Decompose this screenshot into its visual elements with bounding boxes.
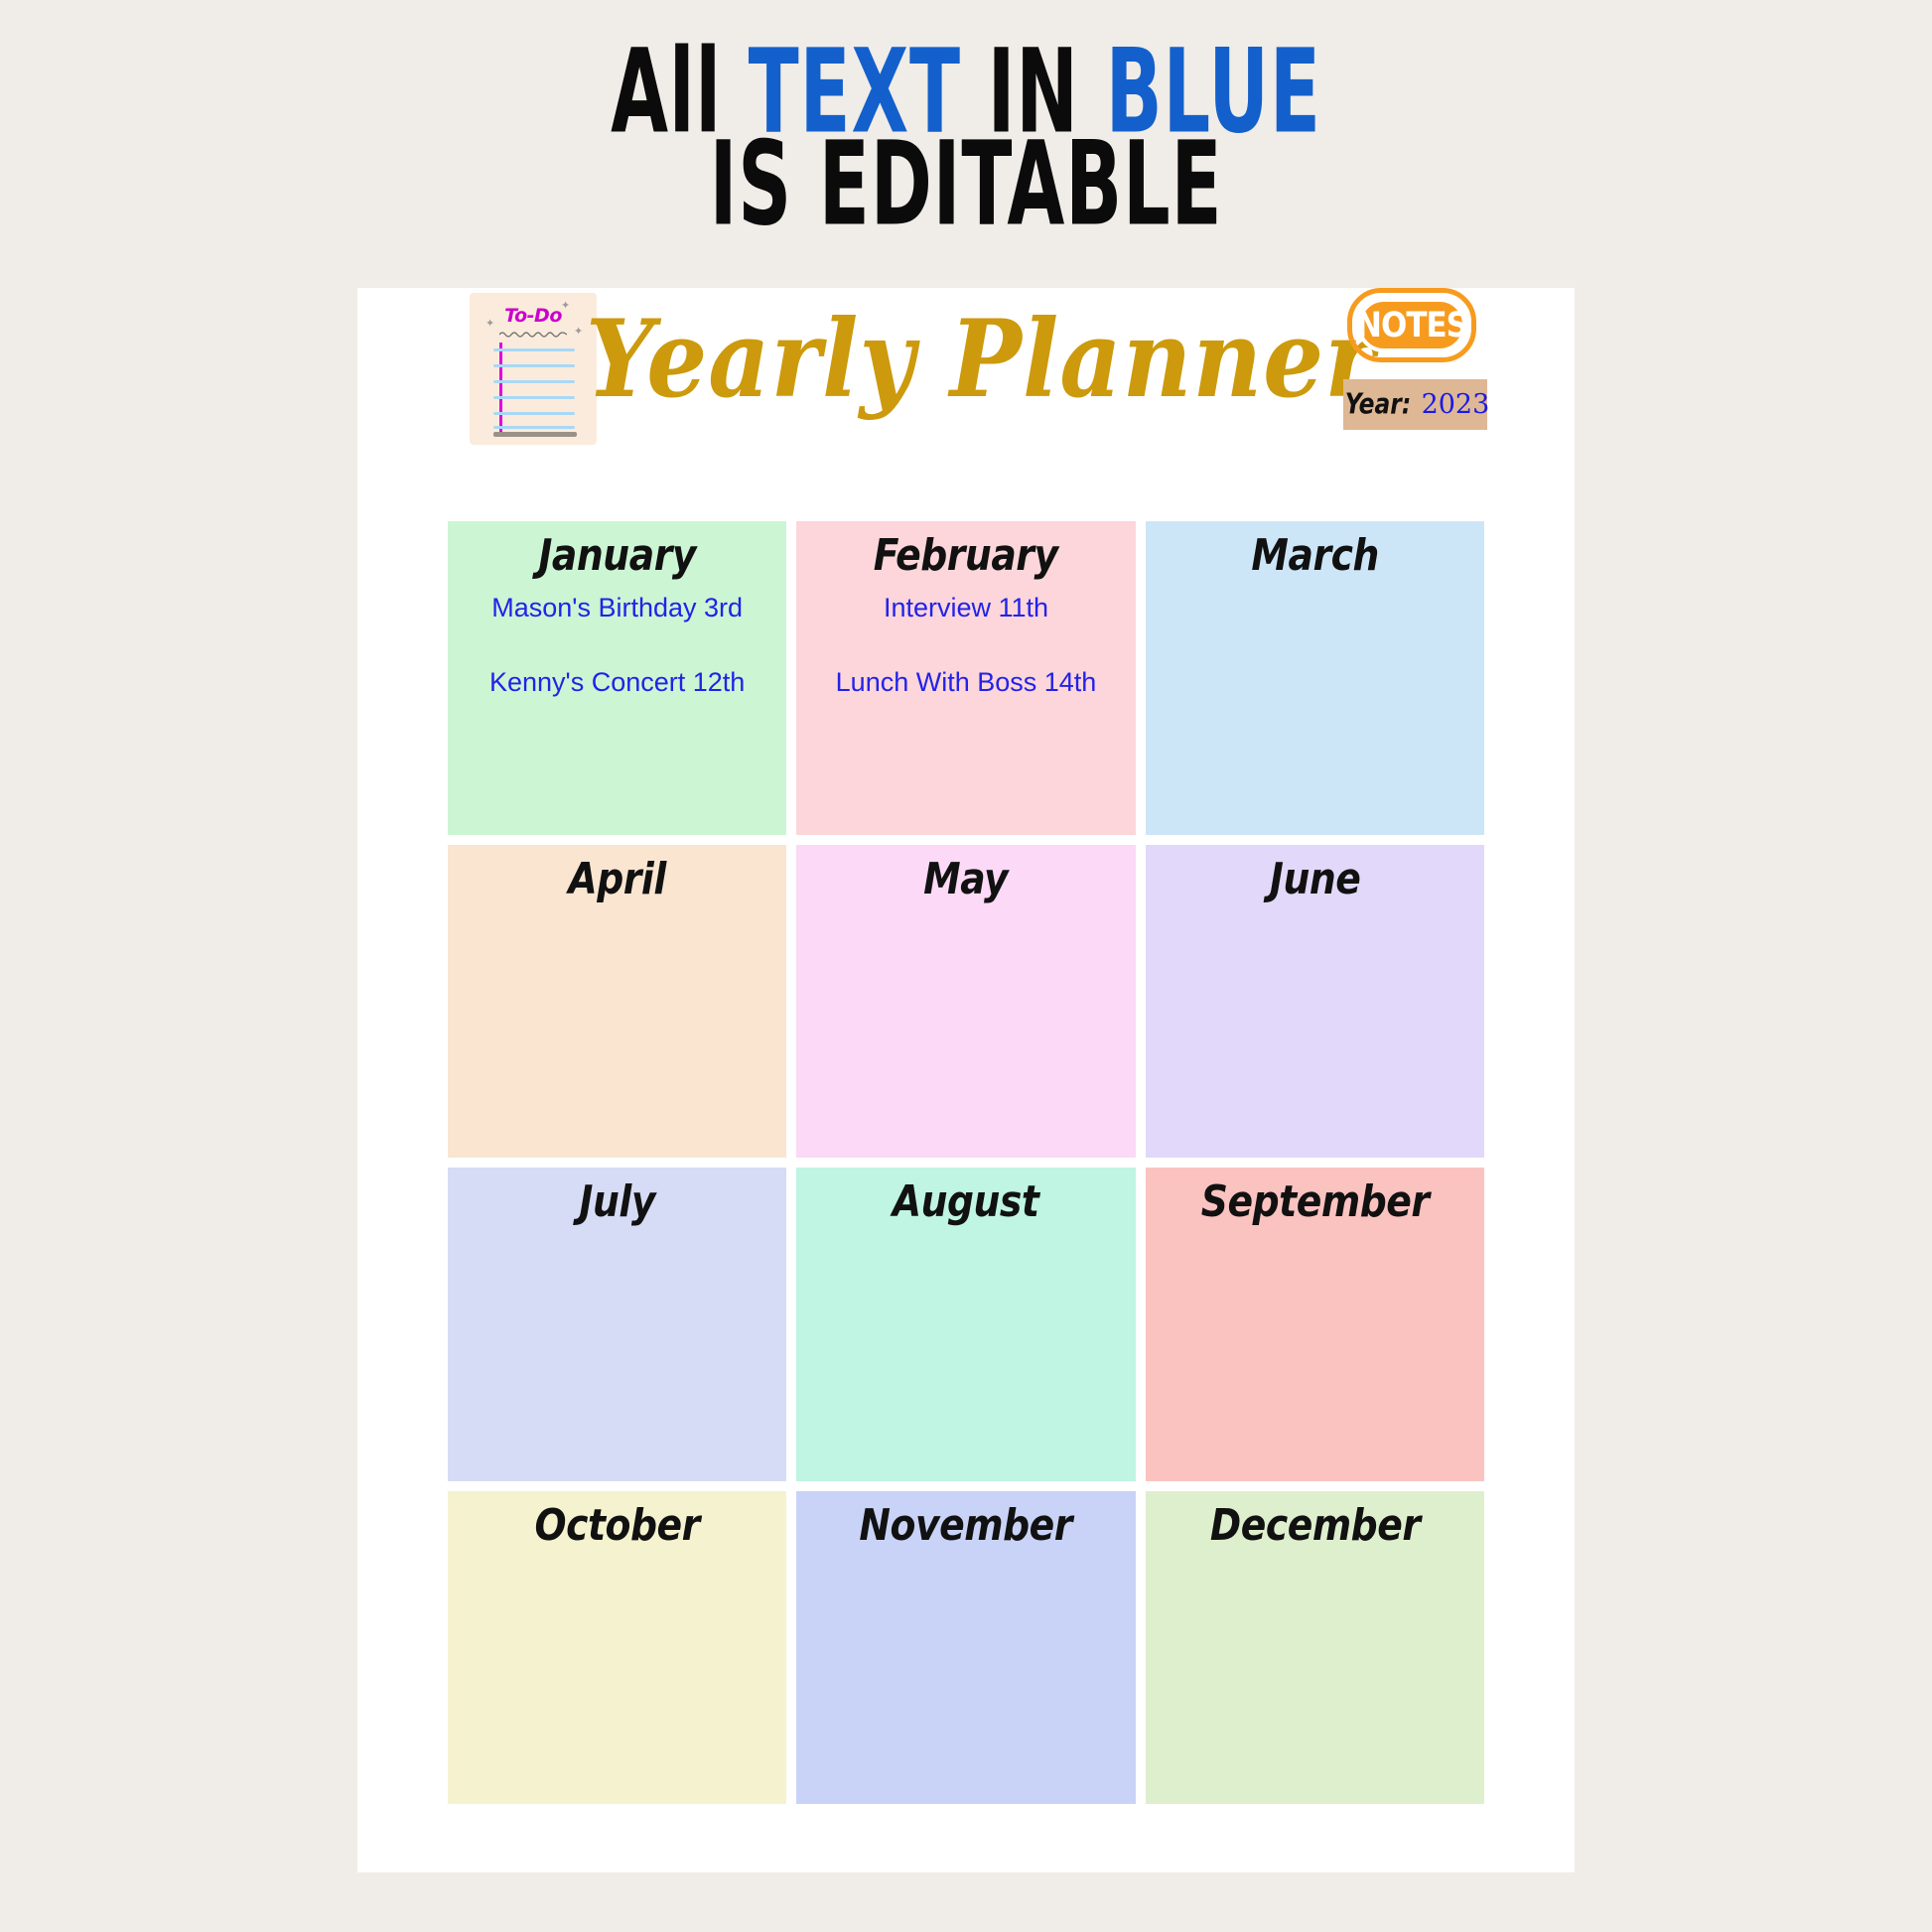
month-cell-december[interactable]: December	[1145, 1490, 1484, 1804]
month-name-label: April	[568, 853, 666, 903]
month-event-entry[interactable]: Interview 11th	[796, 593, 1135, 623]
notepad-rule-line	[493, 348, 575, 351]
month-cell-october[interactable]: October	[448, 1490, 787, 1804]
todo-notepad-icon: To-Do ✦ ✦ ✦	[470, 293, 597, 445]
notepad-rule-line	[493, 412, 575, 415]
month-cell-june[interactable]: June	[1145, 844, 1484, 1158]
sparkle-icon: ✦	[574, 326, 584, 338]
planner-header: To-Do ✦ ✦ ✦ Yearly Planner NOTES Year: 2…	[357, 288, 1575, 521]
month-cell-august[interactable]: August	[796, 1168, 1136, 1481]
month-event-entry[interactable]: Mason's Birthday 3rd	[448, 593, 786, 623]
month-cell-may[interactable]: May	[796, 844, 1136, 1158]
year-field[interactable]: Year: 2023	[1343, 379, 1490, 430]
month-cell-april[interactable]: April	[448, 844, 787, 1158]
month-name-label: September	[1200, 1175, 1430, 1227]
month-name-label: July	[579, 1175, 655, 1227]
notepad-rule-line	[493, 364, 575, 367]
headline-banner: All TEXT IN BLUE IS EDITABLE	[0, 34, 1932, 242]
month-events-list[interactable]: Interview 11th Lunch With Boss 14th	[796, 593, 1135, 698]
headline-line-2: IS EDITABLE	[709, 115, 1223, 252]
month-events-list[interactable]: Mason's Birthday 3rd Kenny's Concert 12th	[448, 593, 786, 698]
notepad-margin-line	[499, 343, 502, 434]
sparkle-icon: ✦	[485, 318, 495, 330]
month-name-label: March	[1251, 529, 1379, 581]
notepad-rule-line	[493, 380, 575, 383]
month-name-label: November	[859, 1499, 1073, 1550]
squiggle-underline-icon	[499, 332, 567, 338]
notes-badge-label: NOTES	[1356, 305, 1468, 345]
month-cell-february[interactable]: February Interview 11th Lunch With Boss 14…	[796, 521, 1136, 835]
notepad-bottom-line	[493, 432, 577, 437]
month-name-label: May	[923, 853, 1009, 903]
notepad-rule-line	[493, 426, 575, 429]
sparkle-icon: ✦	[561, 300, 571, 312]
month-name-label: December	[1209, 1499, 1421, 1550]
page-title: Yearly Planner	[586, 296, 1376, 422]
notes-badge-inner: NOTES	[1356, 298, 1468, 352]
month-name-label: August	[893, 1175, 1039, 1227]
month-cell-march[interactable]: March	[1145, 521, 1484, 835]
notes-badge[interactable]: NOTES	[1347, 288, 1476, 362]
month-name-label: January	[538, 529, 696, 581]
year-field-value[interactable]: 2023	[1422, 389, 1490, 420]
month-name-label: June	[1269, 853, 1361, 903]
year-field-label: Year:	[1344, 388, 1411, 421]
month-cell-july[interactable]: July	[448, 1168, 787, 1481]
month-grid: January Mason's Birthday 3rd Kenny's Conce…	[448, 521, 1484, 1804]
month-cell-september[interactable]: September	[1145, 1168, 1484, 1481]
month-name-label: October	[534, 1499, 700, 1550]
month-event-entry[interactable]: Kenny's Concert 12th	[448, 667, 786, 698]
month-name-label: February	[874, 529, 1058, 581]
month-cell-january[interactable]: January Mason's Birthday 3rd Kenny's Conce…	[448, 521, 787, 835]
planner-card: To-Do ✦ ✦ ✦ Yearly Planner NOTES Year: 2…	[357, 288, 1575, 1872]
notepad-rule-line	[493, 396, 575, 399]
month-event-entry[interactable]: Lunch With Boss 14th	[796, 667, 1135, 698]
month-cell-november[interactable]: November	[796, 1490, 1136, 1804]
